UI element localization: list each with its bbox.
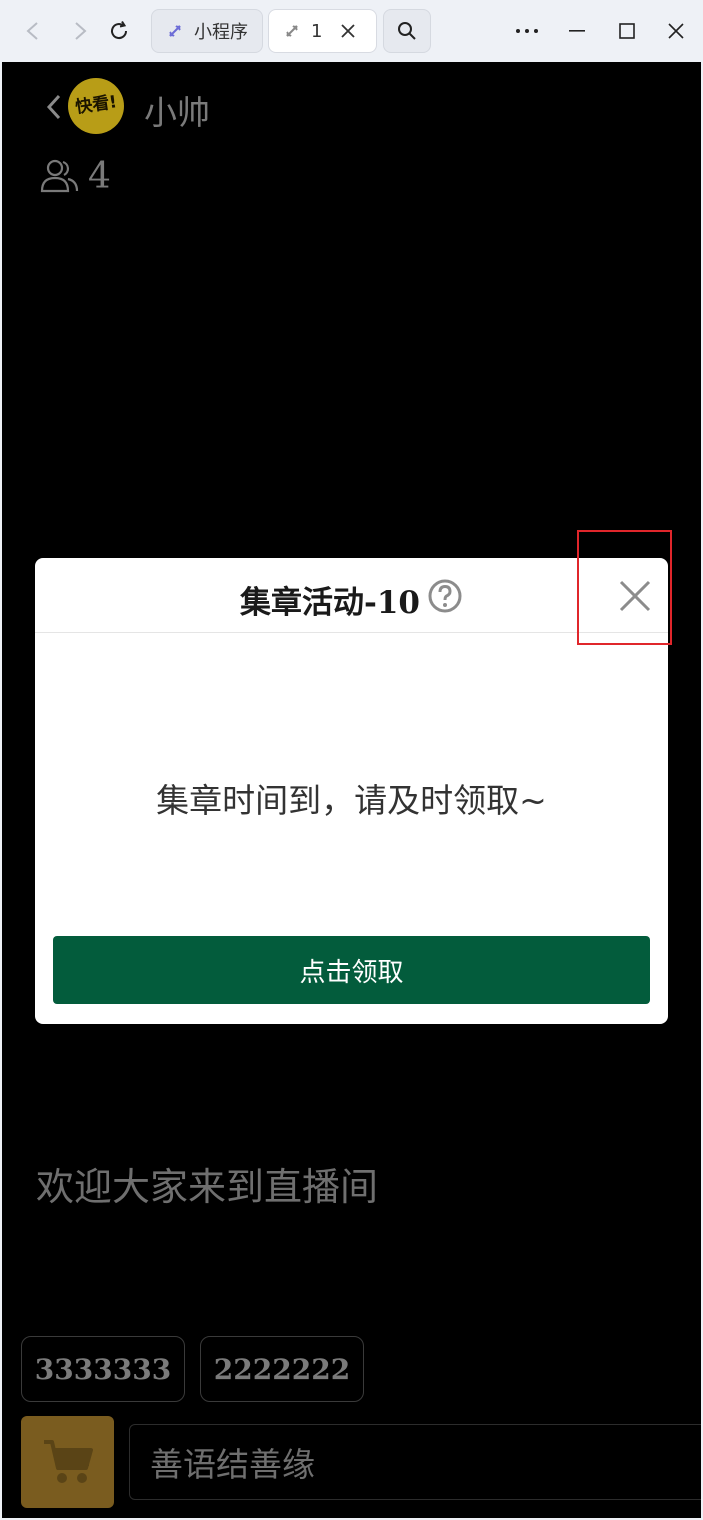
highlight-annotation [577,530,672,645]
tab-miniprogram[interactable]: 小程序 [151,9,263,53]
quick-message-chip[interactable]: 3333333 [21,1336,185,1402]
chevron-left-icon[interactable] [42,92,66,122]
window-close-button[interactable] [656,14,696,48]
claim-button[interactable]: 点击领取 [53,936,650,1004]
refresh-button[interactable] [102,14,136,48]
arrow-right-icon [75,22,87,40]
browser-window: 小程序 1 快看! 小帅 4 欢迎大家来到直播间 3333333 2222222… [0,0,703,1520]
more-dots-icon [516,29,538,33]
welcome-message: 欢迎大家来到直播间 [36,1165,379,1209]
stamp-activity-modal: 集章活动-10 集章时间到，请及时领取~ 点击领取 [35,558,668,1024]
minimize-icon [569,30,585,32]
users-icon [40,159,79,193]
link-icon [164,20,186,42]
tab-label: 1 [311,20,323,42]
maximize-button[interactable] [607,14,647,48]
modal-message: 集章时间到，请及时领取~ [156,781,547,820]
link-icon [281,20,303,42]
cart-button[interactable] [21,1416,114,1508]
quick-message-chip[interactable]: 2222222 [200,1336,364,1402]
maximize-icon [619,23,635,39]
tab-label: 小程序 [194,22,248,43]
search-icon [398,22,416,40]
host-name: 小帅 [144,93,210,132]
minimize-button[interactable] [557,14,597,48]
viewer-count: 4 [88,156,111,197]
back-nav-button[interactable] [16,14,50,48]
live-room: 快看! 小帅 4 欢迎大家来到直播间 3333333 2222222 善语结善缘 [2,62,701,1518]
search-button[interactable] [383,9,431,53]
tab-page-1[interactable]: 1 [268,9,377,53]
avatar[interactable]: 快看! [68,78,124,134]
modal-title: 集章活动-10 [240,585,421,621]
message-input-placeholder: 善语结善缘 [150,1445,315,1484]
close-icon [668,23,684,39]
arrow-left-icon [26,22,38,40]
refresh-icon [111,20,128,40]
shopping-cart-icon [43,1440,93,1483]
question-circle-icon[interactable] [427,578,463,614]
avatar-logo-text: 快看! [74,91,119,118]
more-options-button[interactable] [507,14,547,48]
tab-close-icon[interactable] [340,23,356,39]
message-input[interactable]: 善语结善缘 [129,1424,701,1500]
modal-header: 集章活动-10 [35,558,668,633]
browser-toolbar: 小程序 1 [0,0,703,62]
forward-nav-button[interactable] [63,14,97,48]
